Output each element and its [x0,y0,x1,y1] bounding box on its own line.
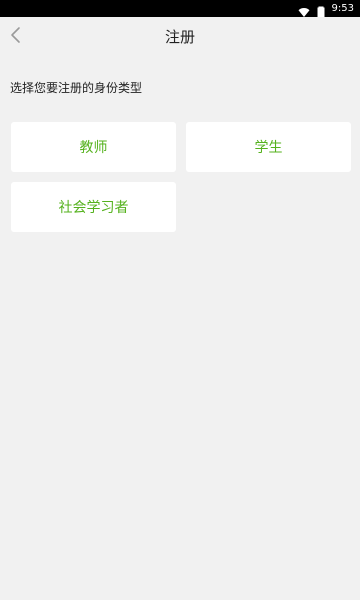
title-bar: 注册 [0,17,360,57]
battery-icon [315,3,327,17]
role-label-student: 学生 [254,140,283,156]
page-title: 注册 [164,28,195,46]
status-time: 9:53 [331,3,354,14]
role-card-student[interactable]: 学生 [186,122,351,172]
status-bar: 9:53 [0,0,360,17]
wifi-icon [298,3,310,17]
role-label-teacher: 教师 [79,140,108,156]
role-label-social-learner: 社会学习者 [58,200,129,216]
role-card-social-learner[interactable]: 社会学习者 [11,182,176,232]
role-card-teacher[interactable]: 教师 [11,122,176,172]
role-prompt: 选择您要注册的身份类型 [10,81,143,95]
status-icons: 9:53 [298,0,354,17]
